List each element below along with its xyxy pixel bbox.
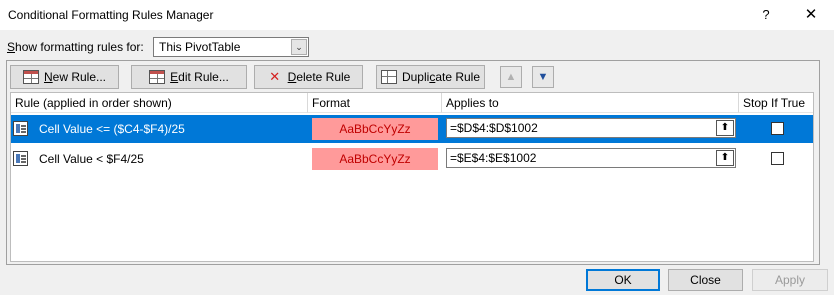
format-preview: AaBbCcYyZz	[312, 118, 438, 140]
rule-icon	[13, 151, 28, 166]
delete-x-icon: ✕	[269, 69, 281, 84]
rule-row[interactable]: Cell Value <= ($C4-$F4)/25 AaBbCcYyZz =$…	[11, 115, 813, 143]
new-rule-icon	[22, 70, 39, 84]
applies-to-value: =$E$4:$E$1002	[450, 151, 537, 165]
duplicate-rule-button[interactable]: Duplicate Rule	[376, 65, 485, 89]
collapse-dialog-icon[interactable]: ⬆	[716, 120, 734, 136]
applies-to-field[interactable]: =$E$4:$E$1002 ⬆	[446, 148, 736, 168]
rules-panel: New Rule... Edit Rule... ✕ Delete Rule D…	[6, 60, 820, 265]
edit-rule-label: Edit Rule...	[170, 70, 229, 84]
rule-row[interactable]: Cell Value < $F4/25 AaBbCcYyZz =$E$4:$E$…	[11, 145, 813, 173]
collapse-dialog-icon[interactable]: ⬆	[716, 150, 734, 166]
rules-grid: Rule (applied in order shown) Format App…	[10, 92, 814, 262]
delete-rule-button[interactable]: ✕ Delete Rule	[254, 65, 363, 89]
rule-description: Cell Value < $F4/25	[39, 152, 144, 166]
column-header-rule: Rule (applied in order shown)	[11, 93, 308, 113]
applies-to-value: =$D$4:$D$1002	[450, 121, 538, 135]
move-up-button[interactable]: ▲	[500, 66, 522, 88]
new-rule-button[interactable]: New Rule...	[10, 65, 119, 89]
selected-scope: This PivotTable	[159, 40, 241, 54]
chevron-down-icon[interactable]: ⌄	[291, 39, 307, 55]
format-preview: AaBbCcYyZz	[312, 148, 438, 170]
new-rule-label: New Rule...	[43, 70, 107, 84]
apply-button[interactable]: Apply	[752, 269, 828, 291]
edit-rule-button[interactable]: Edit Rule...	[131, 65, 247, 89]
rule-description: Cell Value <= ($C4-$F4)/25	[39, 122, 185, 136]
column-header-applies-to: Applies to	[442, 93, 739, 113]
duplicate-rule-label: Duplicate Rule	[401, 70, 481, 84]
edit-rule-icon	[149, 70, 166, 84]
close-window-button[interactable]: ✕	[794, 0, 828, 30]
dialog-title: Conditional Formatting Rules Manager	[8, 8, 214, 22]
stop-if-true-checkbox[interactable]	[771, 152, 784, 165]
column-header-stop-if-true: Stop If True	[739, 93, 813, 113]
help-button[interactable]: ?	[752, 0, 780, 30]
stop-if-true-checkbox[interactable]	[771, 122, 784, 135]
show-rules-label: Show formatting rules for:	[7, 40, 144, 54]
move-down-button[interactable]: ▼	[532, 66, 554, 88]
applies-to-field[interactable]: =$D$4:$D$1002 ⬆	[446, 118, 736, 138]
duplicate-icon	[380, 70, 397, 84]
delete-rule-label: Delete Rule	[287, 70, 351, 84]
show-rules-for-select[interactable]: This PivotTable ⌄	[153, 37, 309, 57]
title-bar: Conditional Formatting Rules Manager ? ✕	[0, 0, 834, 30]
close-button[interactable]: Close	[668, 269, 743, 291]
ok-button[interactable]: OK	[586, 269, 660, 291]
column-header-format: Format	[308, 93, 442, 113]
rule-icon	[13, 121, 28, 136]
